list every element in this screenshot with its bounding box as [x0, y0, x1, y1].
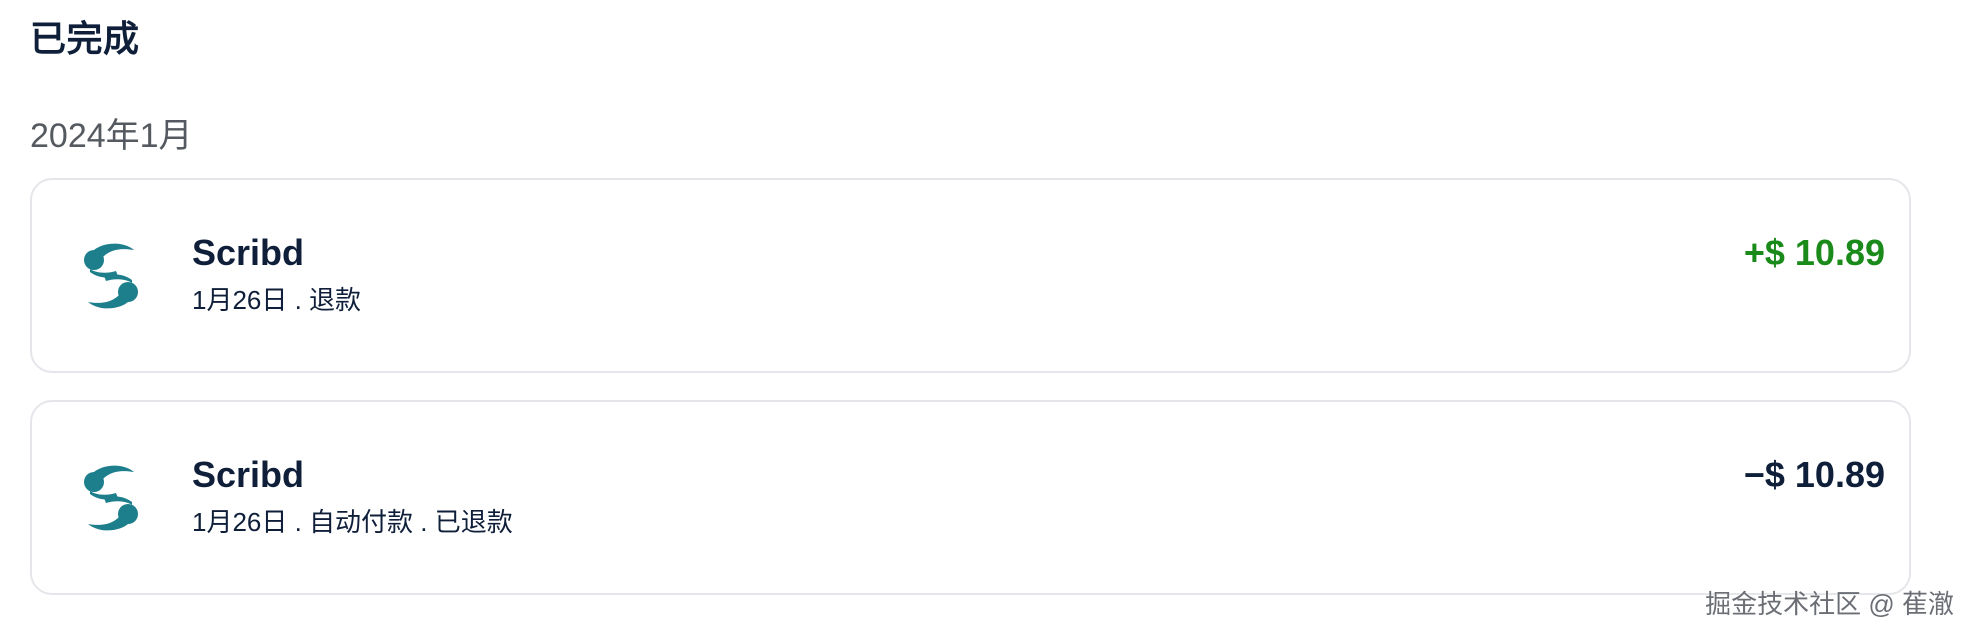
transaction-card[interactable]: Scribd 1月26日 . 退款 +$ 10.89	[30, 178, 1911, 373]
transaction-meta: 1月26日 . 退款	[192, 285, 362, 315]
month-header: 2024年1月	[30, 117, 193, 155]
scribd-logo-icon	[80, 240, 142, 312]
scribd-logo-icon	[80, 462, 142, 534]
section-title: 已完成	[30, 18, 140, 59]
completed-transactions-page: 已完成 2024年1月 Scribd 1月26日 . 退款 +$ 10.89 S…	[0, 0, 1972, 635]
transaction-amount: −$ 10.89	[1743, 454, 1885, 495]
merchant-name: Scribd	[192, 232, 305, 273]
merchant-name: Scribd	[192, 454, 305, 495]
watermark: 掘金技术社区 @ 萑澈	[1705, 589, 1954, 619]
transaction-card[interactable]: Scribd 1月26日 . 自动付款 . 已退款 −$ 10.89	[30, 400, 1911, 595]
transaction-amount: +$ 10.89	[1743, 232, 1885, 273]
transaction-meta: 1月26日 . 自动付款 . 已退款	[192, 507, 513, 537]
